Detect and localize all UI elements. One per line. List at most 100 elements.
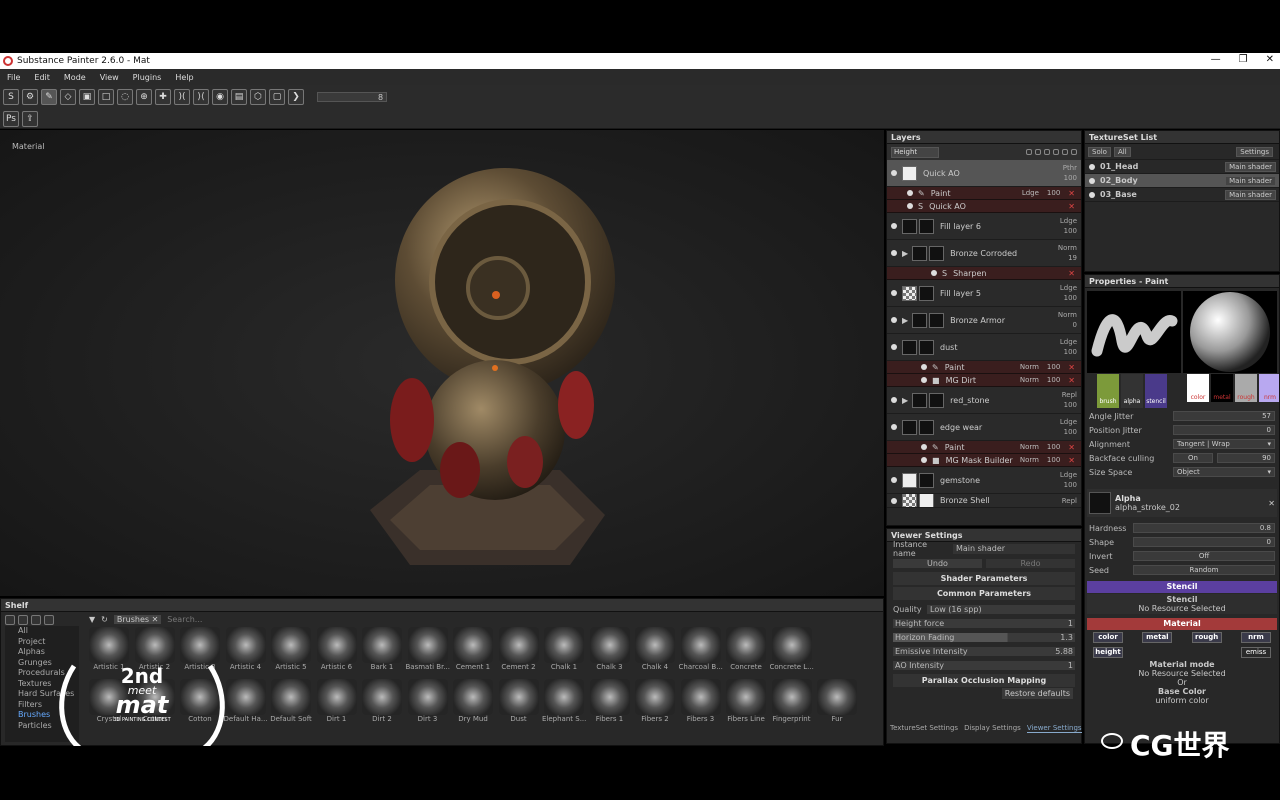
shelf-brush-item[interactable]: Cement 2 [497,627,541,677]
visibility-icon[interactable] [891,344,897,350]
layer-row-bronze-shell[interactable]: Bronze Shell Repl [887,494,1081,508]
remove-icon[interactable]: ✕ [1068,376,1075,385]
projection-icon[interactable]: ▣ [79,89,95,105]
reset-icon[interactable]: ↻ [101,615,108,624]
menu-plugins[interactable]: Plugins [133,73,162,82]
metal-slot[interactable]: metal [1211,374,1233,402]
shader-dropdown[interactable]: Main shader [1225,175,1276,186]
shelf-brush-item[interactable]: Dust [497,679,541,729]
visibility-icon[interactable] [891,477,897,483]
angle-jitter-slider[interactable]: 57 [1173,411,1275,421]
clone-icon[interactable]: ⊕ [136,89,152,105]
export-icon[interactable]: ⇪ [22,110,38,127]
filter-icon[interactable]: ▼ [89,615,95,624]
textureset-row[interactable]: 02_Body Main shader [1085,174,1279,188]
close-icon[interactable]: ✕ [1266,54,1274,65]
eraser-icon[interactable]: ◇ [60,89,76,105]
shelf-brush-item[interactable]: Fingerprint [770,679,814,729]
layer-row-edge-wear[interactable]: edge wear Ldge 100 [887,414,1081,441]
shelf-brush-item[interactable]: Dry Mud [451,679,495,729]
sub-layer-quick-ao[interactable]: S Quick AO ✕ [887,200,1081,213]
save-icon[interactable] [44,615,54,625]
layer-row-fill-5[interactable]: Fill layer 5 Ldge 100 [887,280,1081,307]
category-project[interactable]: Project [5,637,79,648]
add-layer-icon[interactable] [1026,149,1032,155]
horizon-fading-slider[interactable]: Horizon Fading 1.3 [893,632,1075,642]
shelf-brush-item[interactable]: Artistic 4 [224,627,268,677]
substance-icon[interactable]: S [3,89,19,105]
shelf-brush-item[interactable]: Elephant S... [542,679,586,729]
menu-file[interactable]: File [7,73,20,82]
layer-row-dust[interactable]: dust Ldge 100 [887,334,1081,361]
stencil-resource[interactable]: Stencil No Resource Selected [1087,594,1277,614]
shape-slider[interactable]: 0 [1133,537,1275,547]
backface-angle[interactable]: 90 [1217,453,1275,463]
metal-channel-button[interactable]: metal [1142,632,1173,643]
add-effect-icon[interactable] [1053,149,1059,155]
layout-icon[interactable]: ▤ [231,89,247,105]
visibility-icon[interactable] [921,444,927,450]
add-folder-icon[interactable] [1062,149,1068,155]
shelf-brush-item[interactable]: Chalk 1 [542,627,586,677]
shelf-brush-item[interactable]: Fibers 2 [633,679,677,729]
size-space-dropdown[interactable]: Object ▾ [1173,467,1275,477]
shelf-brush-item[interactable]: Chalk 3 [588,627,632,677]
emiss-channel-button[interactable]: emiss [1241,647,1271,658]
shelf-search-input[interactable]: Search... [167,615,202,624]
shader-dropdown[interactable]: Main shader [1225,161,1276,172]
shelf-brush-item[interactable]: Artistic 6 [315,627,359,677]
visibility-icon[interactable] [891,250,897,256]
gear-icon[interactable]: ⚙ [22,89,38,105]
shelf-brush-item[interactable]: Artistic 5 [269,627,313,677]
brushes-filter-tag[interactable]: Brushes ✕ [113,615,162,624]
rough-slot[interactable]: rough [1235,374,1257,402]
textureset-row[interactable]: 03_Base Main shader [1085,188,1279,202]
emissive-slider[interactable]: Emissive Intensity 5.88 [893,646,1075,656]
shelf-brush-item[interactable]: Fur [815,679,859,729]
sub-layer-mg-dirt[interactable]: ■ MG Dirt Norm 100 ✕ [887,374,1081,387]
visibility-icon[interactable] [891,317,897,323]
visibility-icon[interactable] [891,397,897,403]
folder-icon[interactable] [5,615,15,625]
alignment-dropdown[interactable]: Tangent | Wrap ▾ [1173,439,1275,449]
shelf-brush-item[interactable]: Chalk 4 [633,627,677,677]
smudge-icon[interactable]: ◌ [117,89,133,105]
sub-layer-paint[interactable]: ✎ Paint Norm 100 ✕ [887,441,1081,454]
tab-display-settings[interactable]: Display Settings [964,724,1021,732]
toolbar-slider[interactable] [317,92,387,102]
shelf-brush-item[interactable]: Fibers Line [724,679,768,729]
textureset-row[interactable]: 01_Head Main shader [1085,160,1279,174]
layer-row-bronze-corroded[interactable]: ▶ Bronze Corroded Norm 19 [887,240,1081,267]
common-parameters-section[interactable]: Common Parameters [893,587,1075,600]
layer-row-quick-ao[interactable]: Quick AO Pthr 100 [887,160,1081,187]
menu-help[interactable]: Help [175,73,193,82]
add-mask-icon[interactable] [1044,149,1050,155]
blend-mode-dropdown[interactable]: Height [891,146,939,158]
symmetry-icon[interactable]: )( [174,89,190,105]
visibility-icon[interactable] [1089,163,1095,170]
shelf-brush-item[interactable]: Bark 1 [360,627,404,677]
alpha-slot[interactable]: alpha [1121,374,1143,408]
remove-icon[interactable]: ✕ [1068,363,1075,372]
category-all[interactable]: All [5,626,79,637]
minimize-icon[interactable]: — [1211,54,1221,65]
layer-row-bronze-armor[interactable]: ▶ Bronze Armor Norm 0 [887,307,1081,334]
layer-row-gemstone[interactable]: gemstone Ldge 100 [887,467,1081,494]
stencil-slot[interactable]: stencil [1145,374,1167,408]
quality-dropdown[interactable]: Low (16 spp) [927,604,1075,614]
sub-layer-mask-builder[interactable]: ■ MG Mask Builder Norm 100 ✕ [887,454,1081,467]
sub-layer-paint[interactable]: ✎ Paint Norm 100 ✕ [887,361,1081,374]
nrm-slot[interactable]: nrm [1259,374,1279,402]
menu-edit[interactable]: Edit [34,73,50,82]
maximize-icon[interactable]: ❐ [1239,54,1248,65]
backface-toggle[interactable]: On [1173,453,1213,463]
shelf-brush-item[interactable]: Cement 1 [451,627,495,677]
shelf-brush-item[interactable]: Basmati Br... [406,627,450,677]
tab-viewer-settings[interactable]: Viewer Settings [1026,724,1082,733]
rough-channel-button[interactable]: rough [1191,632,1222,643]
delete-layer-icon[interactable] [1071,149,1077,155]
menu-mode[interactable]: Mode [64,73,86,82]
visibility-icon[interactable] [1089,177,1095,184]
visibility-icon[interactable] [891,497,897,504]
shelf-brush-item[interactable]: Charcoal B... [679,627,723,677]
